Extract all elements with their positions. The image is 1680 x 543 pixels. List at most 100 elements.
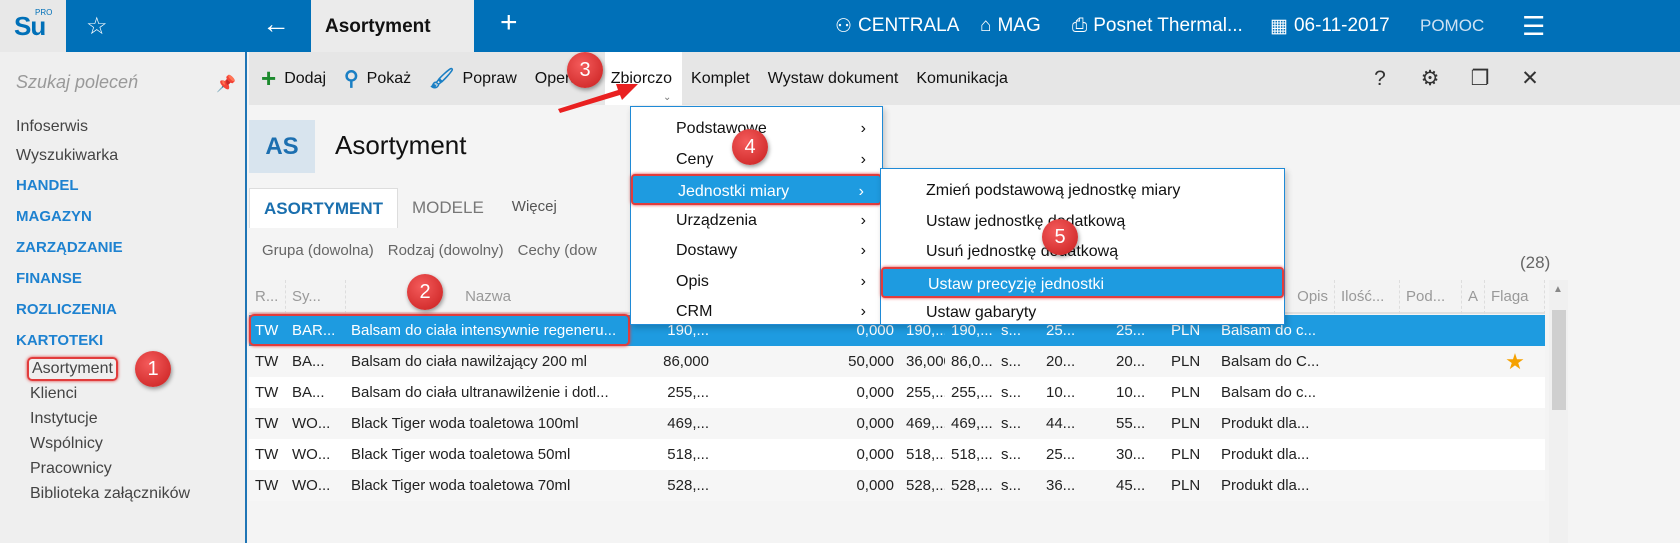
cell: 528,... <box>951 477 993 494</box>
cell: 45... <box>1116 477 1146 494</box>
show-button[interactable]: ⚲ Pokaż <box>335 52 420 105</box>
menu-item-label: Opis <box>676 272 709 290</box>
column-header[interactable]: Pod... <box>1400 280 1462 314</box>
cell <box>1462 439 1485 470</box>
scroll-up-icon[interactable]: ▲ <box>1553 284 1563 295</box>
hamburger-menu-icon[interactable]: ☰ <box>1522 0 1545 52</box>
filter-group[interactable]: Grupa (dowolna) <box>262 242 374 259</box>
cell: Produkt dla... <box>1221 415 1310 432</box>
gear-icon[interactable]: ⚙ <box>1405 66 1455 91</box>
cell: Balsam do ciała nawilżający 200 ml <box>351 353 587 370</box>
sidebar-item-wyszukiwarka[interactable]: Wyszukiwarka <box>16 147 118 165</box>
table-row[interactable]: TW BA... Balsam do ciała nawilżający 200 m… <box>249 346 1545 377</box>
app-logo[interactable]: Su PRO <box>0 0 66 52</box>
cell: TW <box>255 415 279 432</box>
cell: 0,000 <box>856 384 894 401</box>
flag-star-icon[interactable]: ★ <box>1505 349 1525 374</box>
cell: 36,000 <box>906 353 945 370</box>
table-row[interactable]: TW WO... Black Tiger woda toaletowa 70ml 52… <box>249 470 1545 501</box>
menu-item[interactable]: Zmień podstawową jednostkę miary <box>881 175 1284 206</box>
chevron-down-icon: ⌄ <box>663 92 672 103</box>
units-submenu: Zmień podstawową jednostkę miary Ustaw je… <box>880 168 1285 325</box>
printer-button[interactable]: ⎙ Posnet Thermal... <box>1072 0 1249 52</box>
sidebar-item-klienci[interactable]: Klienci <box>30 385 77 403</box>
sidebar-section-rozliczenia[interactable]: ROZLICZENIA <box>16 301 117 318</box>
column-header[interactable]: Nazwa <box>345 280 632 314</box>
sidebar-item-biblioteka[interactable]: Biblioteka załączników <box>30 485 190 503</box>
menu-item-label: Zmień podstawową jednostkę miary <box>926 182 1181 199</box>
issue-document-button[interactable]: Wystaw dokument <box>759 52 908 105</box>
sidebar-item-instytucje[interactable]: Instytucje <box>30 410 98 428</box>
table-row[interactable]: TW WO... Black Tiger woda toaletowa 50ml 51… <box>249 439 1545 470</box>
cell <box>1400 408 1462 439</box>
add-button[interactable]: + Dodaj <box>249 52 335 105</box>
cell <box>1335 377 1400 408</box>
menu-item[interactable]: Ustaw gabaryty <box>881 297 1284 328</box>
menu-item[interactable]: Opis › <box>631 266 882 297</box>
filter-type[interactable]: Rodzaj (dowolny) <box>388 242 504 259</box>
sidebar-section-kartoteki[interactable]: KARTOTEKI <box>16 332 103 349</box>
scrollbar-thumb[interactable] <box>1552 310 1566 410</box>
help-link[interactable]: POMOC <box>1420 0 1484 52</box>
cell: s... <box>1001 477 1022 494</box>
sidebar-section-finanse[interactable]: FINANSE <box>16 270 82 287</box>
sidebar-item-pracownicy[interactable]: Pracownicy <box>30 460 112 478</box>
set-button[interactable]: Komplet <box>682 52 759 105</box>
filters: Grupa (dowolna) Rodzaj (dowolny) Cechy (… <box>262 242 597 259</box>
column-header[interactable]: Ilość... <box>1335 280 1400 314</box>
step-badge-3: 3 <box>567 52 603 88</box>
column-header[interactable]: Sy... <box>286 280 346 314</box>
column-header[interactable]: R... <box>249 280 286 314</box>
back-arrow-icon[interactable]: ← <box>262 8 290 40</box>
restore-window-icon[interactable]: ❐ <box>1455 66 1505 91</box>
menu-item[interactable]: Dostawy › <box>631 235 882 266</box>
menu-item[interactable]: Jednostki miary › <box>631 174 882 205</box>
page-badge: AS <box>249 120 315 173</box>
cell: 255,... <box>667 384 709 401</box>
sidebar-item-infoserwis[interactable]: Infoserwis <box>16 118 88 136</box>
menu-item[interactable]: Ustaw jednostkę dodatkową <box>881 206 1284 237</box>
date-button[interactable]: ▦ 06-11-2017 <box>1270 0 1396 52</box>
cell: 44... <box>1046 415 1076 432</box>
menu-item[interactable]: Ustaw precyzję jednostki <box>881 266 1284 298</box>
sidebar-section-zarzadzanie[interactable]: ZARZĄDZANIE <box>16 239 123 256</box>
tab-asortyment[interactable]: Asortyment <box>311 0 474 52</box>
grid-scrollbar[interactable]: ▲ <box>1549 280 1568 543</box>
menu-item[interactable]: CRM › <box>631 296 882 327</box>
sidebar-item-asortyment[interactable]: Asortyment <box>27 357 118 381</box>
table-row[interactable]: TW BA... Balsam do ciała ultranawilżenie i… <box>249 377 1545 408</box>
tab-asortyment-list[interactable]: ASORTYMENT <box>249 188 398 228</box>
column-header[interactable]: A <box>1462 280 1485 314</box>
cell: 518,... <box>951 446 993 463</box>
cell: 528,... <box>906 477 945 494</box>
sidebar-section-handel[interactable]: HANDEL <box>16 177 79 194</box>
menu-item[interactable]: Urządzenia › <box>631 205 882 236</box>
command-search-input[interactable]: Szukaj poleceń <box>16 72 138 93</box>
column-header[interactable]: Flaga <box>1485 280 1545 314</box>
window-controls: ? ⚙ ❐ ✕ <box>1355 52 1555 105</box>
company-button[interactable]: ⚇ CENTRALA <box>835 0 965 52</box>
pin-icon[interactable]: 📌 <box>216 74 236 94</box>
communication-button[interactable]: Komunikacja <box>907 52 1017 105</box>
cell <box>1462 346 1485 377</box>
filter-features[interactable]: Cechy (dow <box>518 242 597 259</box>
edit-button[interactable]: 🖌 Popraw <box>420 52 526 105</box>
sidebar-section-magazyn[interactable]: MAGAZYN <box>16 208 92 225</box>
tab-more[interactable]: Więcej <box>498 188 571 228</box>
org-structure-icon: ⚇ <box>835 15 853 37</box>
cell: Produkt dla... <box>1221 477 1310 494</box>
tab-modele[interactable]: MODELE <box>398 188 498 228</box>
cell: Black Tiger woda toaletowa 100ml <box>351 415 579 432</box>
cell: 0,000 <box>856 415 894 432</box>
cell: TW <box>255 353 279 370</box>
sidebar-item-wspolnicy[interactable]: Wspólnicy <box>30 435 103 453</box>
help-icon[interactable]: ? <box>1355 67 1405 91</box>
calendar-icon: ▦ <box>1270 15 1288 37</box>
cell: 55... <box>1116 415 1146 432</box>
close-icon[interactable]: ✕ <box>1505 66 1555 91</box>
warehouse-button[interactable]: ⌂ MAG <box>980 0 1047 52</box>
table-row[interactable]: TW WO... Black Tiger woda toaletowa 100ml 4… <box>249 408 1545 439</box>
menu-item[interactable]: Usuń jednostkę dodatkową <box>881 236 1284 267</box>
favorites-star-icon[interactable]: ☆ <box>86 12 108 41</box>
new-tab-plus-icon[interactable]: + <box>500 6 518 40</box>
